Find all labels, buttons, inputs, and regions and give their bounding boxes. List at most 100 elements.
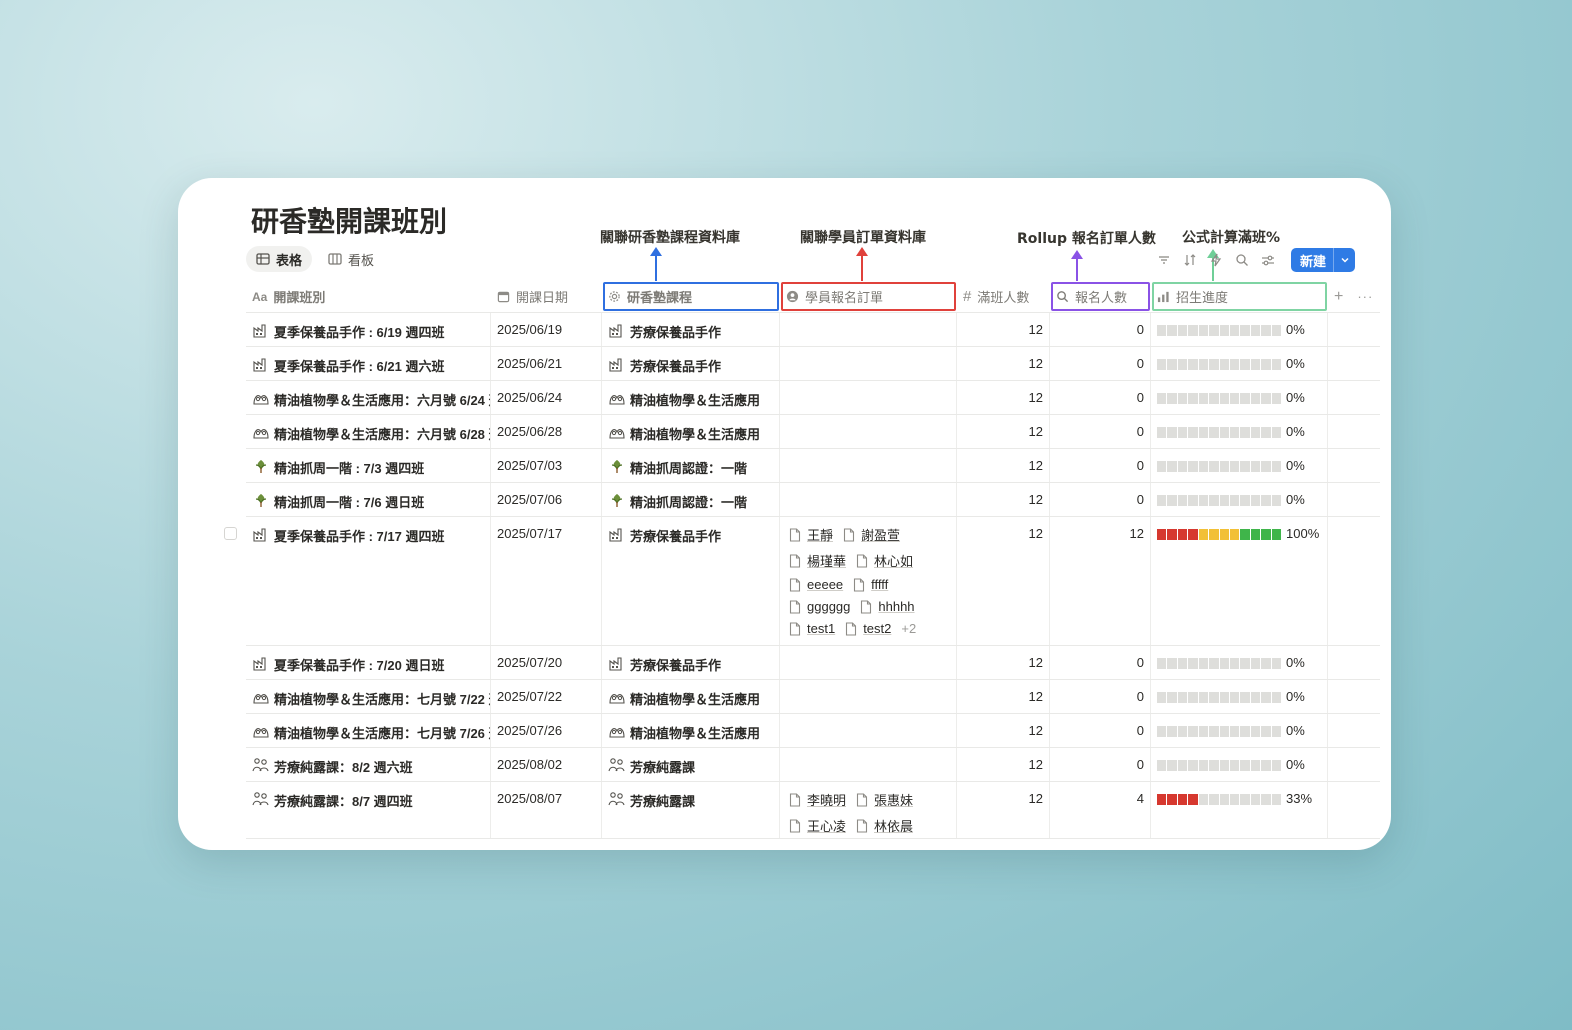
full-size-cell[interactable]: 12 xyxy=(957,347,1050,380)
course-link[interactable]: 芳療純露課 xyxy=(630,757,695,776)
order-link[interactable]: test2 xyxy=(845,621,891,636)
table-row[interactable]: 精油植物學＆生活應用：七月號 7/26 週 2025/07/26 精油植物學＆生… xyxy=(246,714,1380,748)
table-row[interactable]: 夏季保養品手作 : 6/21 週六班 2025/06/21 芳療保養品手作 12… xyxy=(246,347,1380,381)
order-link[interactable]: gggggg xyxy=(789,599,850,614)
course-cell[interactable]: 精油抓周認證：一階 xyxy=(602,449,780,482)
course-link[interactable]: 芳療保養品手作 xyxy=(630,356,721,375)
order-link[interactable]: 張惠妹 xyxy=(856,790,913,809)
table-row[interactable]: 夏季保養品手作 : 7/20 週日班 2025/07/20 芳療保養品手作 12… xyxy=(246,646,1380,680)
table-row[interactable]: 精油抓周一階 : 7/6 週日班 2025/07/06 精油抓周認證：一階 12… xyxy=(246,483,1380,517)
table-row[interactable]: 夏季保養品手作 : 6/19 週四班 2025/06/19 芳療保養品手作 12… xyxy=(246,313,1380,347)
column-header-progress[interactable]: 招生進度 xyxy=(1151,281,1328,312)
orders-cell[interactable] xyxy=(780,483,957,516)
order-link[interactable]: 謝盈萱 xyxy=(843,525,900,544)
orders-cell[interactable] xyxy=(780,748,957,781)
table-row[interactable]: 芳療純露課：8/7 週四班 2025/08/07 芳療純露課 李曉明 張惠妹 王心凌… xyxy=(246,782,1380,839)
date-cell[interactable]: 2025/06/28 xyxy=(491,415,602,448)
search-icon[interactable] xyxy=(1233,251,1251,269)
full-size-cell[interactable]: 12 xyxy=(957,313,1050,346)
orders-cell[interactable]: 王靜 謝盈萱 楊瑾華 林心如 eeeee fffff gggggg hhhhh test1 tes… xyxy=(780,517,957,645)
class-name-cell[interactable]: 夏季保養品手作 : 6/19 週四班 xyxy=(246,313,491,346)
orders-cell[interactable]: 李曉明 張惠妹 王心凌 林依晨 xyxy=(780,782,957,838)
orders-cell[interactable] xyxy=(780,646,957,679)
view-tab-board[interactable]: 看板 xyxy=(318,246,384,272)
column-header-enrolled[interactable]: 報名人數 xyxy=(1050,281,1151,312)
order-link[interactable]: 李曉明 xyxy=(789,790,846,809)
table-row[interactable]: 精油植物學＆生活應用：六月號 6/28 週 2025/06/28 精油植物學＆生… xyxy=(246,415,1380,449)
class-name-cell[interactable]: 精油植物學＆生活應用：六月號 6/28 週 xyxy=(246,415,491,448)
class-name-cell[interactable]: 精油抓周一階 : 7/6 週日班 xyxy=(246,483,491,516)
column-header-class-name[interactable]: Aa 開課班別 xyxy=(246,281,491,312)
chevron-down-icon[interactable] xyxy=(1333,248,1355,272)
order-link[interactable]: 王靜 xyxy=(789,525,833,544)
full-size-cell[interactable]: 12 xyxy=(957,646,1050,679)
date-cell[interactable]: 2025/06/21 xyxy=(491,347,602,380)
class-name-cell[interactable]: 芳療純露課：8/7 週四班 xyxy=(246,782,491,838)
column-header-orders[interactable]: 學員報名訂單 xyxy=(780,281,957,312)
table-row[interactable]: 夏季保養品手作 : 7/17 週四班 2025/07/17 芳療保養品手作 王靜… xyxy=(224,517,1380,646)
date-cell[interactable]: 2025/08/02 xyxy=(491,748,602,781)
class-name-cell[interactable]: 精油植物學＆生活應用：六月號 6/24 週 xyxy=(246,381,491,414)
orders-cell[interactable] xyxy=(780,347,957,380)
course-link[interactable]: 芳療保養品手作 xyxy=(630,655,721,674)
orders-cell[interactable] xyxy=(780,415,957,448)
order-link[interactable]: hhhhh xyxy=(860,599,915,614)
table-row[interactable]: 精油植物學＆生活應用：七月號 7/22 週 2025/07/22 精油植物學＆生… xyxy=(246,680,1380,714)
row-checkbox[interactable] xyxy=(224,527,237,540)
orders-cell[interactable] xyxy=(780,449,957,482)
add-column-plus-icon[interactable]: + xyxy=(1334,288,1343,306)
course-cell[interactable]: 精油植物學＆生活應用 xyxy=(602,714,780,747)
order-link[interactable]: test1 xyxy=(789,621,835,636)
class-name-cell[interactable]: 精油植物學＆生活應用：七月號 7/26 週 xyxy=(246,714,491,747)
more-count[interactable]: +2 xyxy=(901,621,916,636)
full-size-cell[interactable]: 12 xyxy=(957,415,1050,448)
course-link[interactable]: 精油植物學＆生活應用 xyxy=(630,424,760,443)
class-name-cell[interactable]: 夏季保養品手作 : 7/20 週日班 xyxy=(246,646,491,679)
course-cell[interactable]: 芳療保養品手作 xyxy=(602,517,780,645)
date-cell[interactable]: 2025/07/26 xyxy=(491,714,602,747)
class-name-cell[interactable]: 芳療純露課：8/2 週六班 xyxy=(246,748,491,781)
course-cell[interactable]: 精油植物學＆生活應用 xyxy=(602,415,780,448)
class-name-cell[interactable]: 精油抓周一階 : 7/3 週四班 xyxy=(246,449,491,482)
full-size-cell[interactable]: 12 xyxy=(957,748,1050,781)
date-cell[interactable]: 2025/06/19 xyxy=(491,313,602,346)
course-link[interactable]: 精油抓周認證：一階 xyxy=(630,458,747,477)
course-link[interactable]: 精油植物學＆生活應用 xyxy=(630,723,760,742)
course-link[interactable]: 芳療保養品手作 xyxy=(630,322,721,341)
order-link[interactable]: 林依晨 xyxy=(856,816,913,835)
course-cell[interactable]: 芳療純露課 xyxy=(602,748,780,781)
sort-icon[interactable] xyxy=(1181,251,1199,269)
order-link[interactable]: 林心如 xyxy=(856,551,913,570)
full-size-cell[interactable]: 12 xyxy=(957,714,1050,747)
full-size-cell[interactable]: 12 xyxy=(957,517,1050,645)
date-cell[interactable]: 2025/07/17 xyxy=(491,517,602,645)
course-cell[interactable]: 精油抓周認證：一階 xyxy=(602,483,780,516)
course-link[interactable]: 精油植物學＆生活應用 xyxy=(630,390,760,409)
class-name-cell[interactable]: 夏季保養品手作 : 7/17 週四班 xyxy=(246,517,491,645)
date-cell[interactable]: 2025/08/07 xyxy=(491,782,602,838)
more-horizontal-icon[interactable]: ··· xyxy=(1357,289,1373,304)
orders-cell[interactable] xyxy=(780,680,957,713)
course-cell[interactable]: 精油植物學＆生活應用 xyxy=(602,381,780,414)
settings-sliders-icon[interactable] xyxy=(1259,251,1277,269)
full-size-cell[interactable]: 12 xyxy=(957,680,1050,713)
full-size-cell[interactable]: 12 xyxy=(957,483,1050,516)
date-cell[interactable]: 2025/07/20 xyxy=(491,646,602,679)
view-tab-table[interactable]: 表格 xyxy=(246,246,313,272)
date-cell[interactable]: 2025/07/03 xyxy=(491,449,602,482)
full-size-cell[interactable]: 12 xyxy=(957,381,1050,414)
course-cell[interactable]: 精油植物學＆生活應用 xyxy=(602,680,780,713)
column-header-date[interactable]: 開課日期 xyxy=(491,281,602,312)
order-link[interactable]: 王心凌 xyxy=(789,816,846,835)
course-link[interactable]: 精油抓周認證：一階 xyxy=(630,492,747,511)
column-header-full-size[interactable]: # 滿班人數 xyxy=(957,281,1050,312)
date-cell[interactable]: 2025/07/06 xyxy=(491,483,602,516)
new-button[interactable]: 新建 xyxy=(1290,248,1355,272)
order-link[interactable]: eeeee xyxy=(789,577,843,592)
orders-cell[interactable] xyxy=(780,313,957,346)
orders-cell[interactable] xyxy=(780,381,957,414)
class-name-cell[interactable]: 精油植物學＆生活應用：七月號 7/22 週 xyxy=(246,680,491,713)
date-cell[interactable]: 2025/06/24 xyxy=(491,381,602,414)
full-size-cell[interactable]: 12 xyxy=(957,449,1050,482)
column-header-course[interactable]: 研香塾課程 xyxy=(602,281,780,312)
